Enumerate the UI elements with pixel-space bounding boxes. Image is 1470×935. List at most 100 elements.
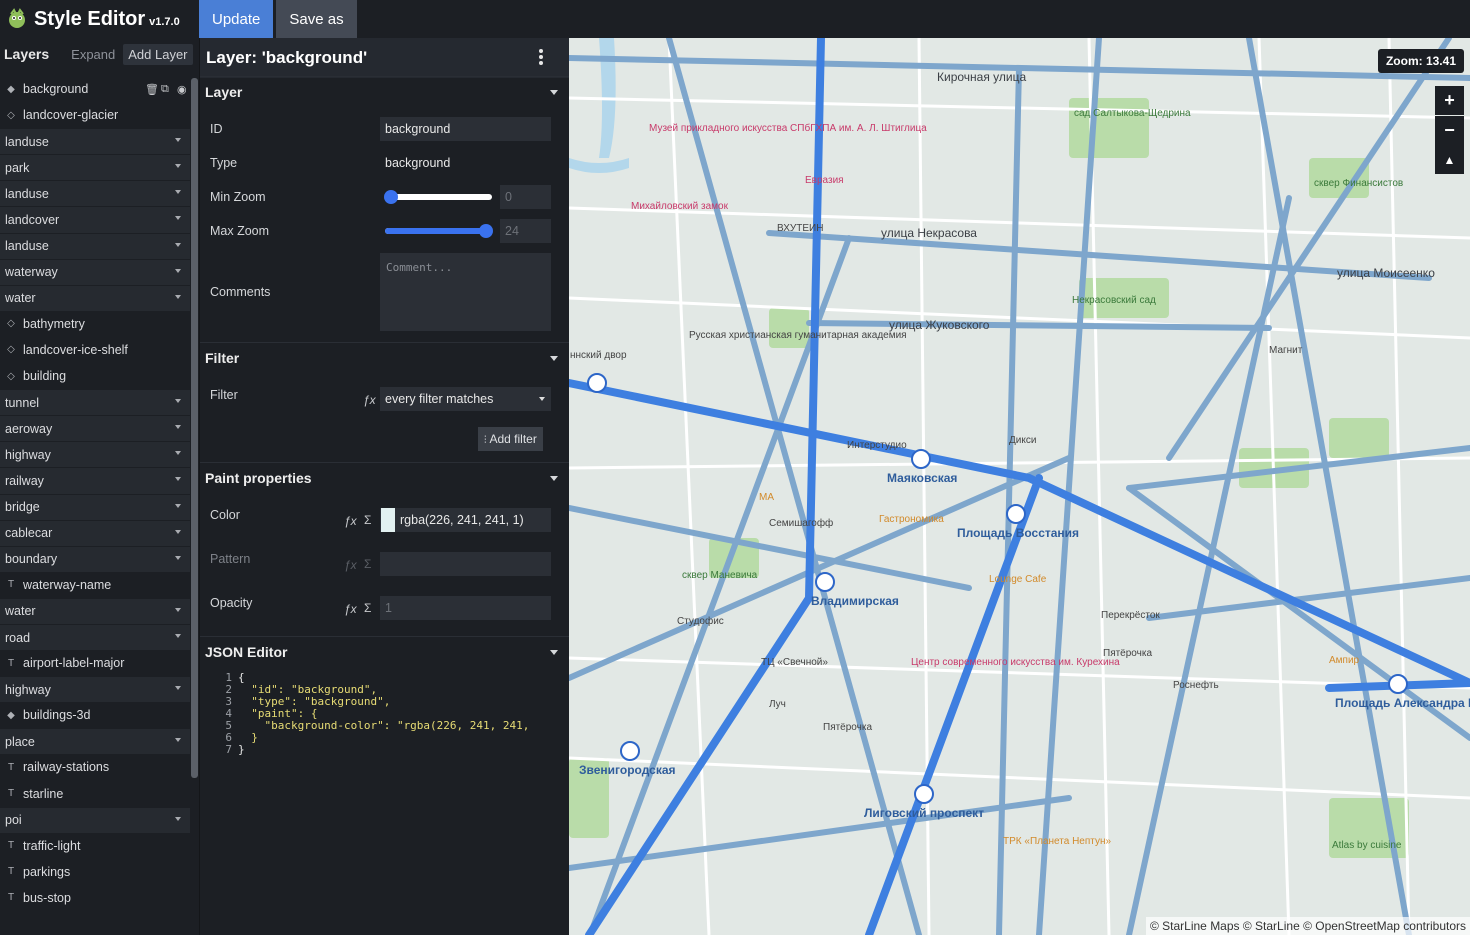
layer-group-item[interactable]: cablecar <box>0 519 190 546</box>
layer-group-item[interactable]: waterway <box>0 258 190 285</box>
json-editor[interactable]: 1{2 "id": "background", 3 "type": "backgr… <box>200 671 570 761</box>
opacity-input[interactable]: 1 <box>380 596 551 620</box>
chevron-down-icon[interactable] <box>175 425 181 430</box>
layer-item[interactable]: ◇ building <box>0 363 190 390</box>
layer-label: building <box>23 369 67 384</box>
layer-group-item[interactable]: landcover <box>0 206 190 233</box>
json-line[interactable]: 4 "paint": { <box>200 707 570 720</box>
json-line[interactable]: 7} <box>200 743 570 756</box>
logo-icon <box>9 8 25 28</box>
layer-item[interactable]: Tstarline <box>0 780 190 807</box>
color-swatch[interactable] <box>381 508 395 532</box>
chevron-down-icon[interactable] <box>175 190 181 195</box>
layer-item[interactable]: Tairport-label-major <box>0 650 190 677</box>
filter-select[interactable]: every filter matches <box>380 387 551 411</box>
layer-group-item[interactable]: place <box>0 728 190 755</box>
chevron-down-icon[interactable] <box>175 216 181 221</box>
layer-group-item[interactable]: park <box>0 154 190 181</box>
layer-group-item[interactable]: poi <box>0 806 190 833</box>
layer-group-item[interactable]: water <box>0 284 190 311</box>
chevron-down-icon[interactable] <box>175 503 181 508</box>
map-canvas[interactable]: Маяковская Площадь Восстания Владимирска… <box>569 38 1470 935</box>
chevron-down-icon[interactable] <box>175 607 181 612</box>
layer-group-item[interactable]: highway <box>0 441 190 468</box>
layer-item[interactable]: Ttraffic-light <box>0 832 190 859</box>
layer-item[interactable]: ◇ bathymetry <box>0 310 190 337</box>
layer-item[interactable]: ◆ background 🗑 ⧉ ◉ <box>0 76 190 103</box>
trash-icon[interactable]: 🗑 <box>145 83 159 96</box>
comments-textarea[interactable]: Comment... <box>380 253 551 331</box>
json-line[interactable]: 2 "id": "background", <box>200 683 570 696</box>
duplicate-icon[interactable]: ⧉ <box>161 83 172 95</box>
save-as-button[interactable]: Save as <box>276 0 357 38</box>
chevron-down-icon[interactable] <box>175 164 181 169</box>
chevron-down-icon[interactable] <box>175 451 181 456</box>
chevron-down-icon[interactable] <box>175 268 181 273</box>
chevron-down-icon[interactable] <box>175 242 181 247</box>
expression-icon[interactable]: Σ <box>364 513 371 527</box>
chevron-down-icon[interactable] <box>175 294 181 299</box>
layer-item[interactable]: ◇ landcover-glacier <box>0 102 190 129</box>
chevron-down-icon[interactable] <box>175 686 181 691</box>
json-line[interactable]: 1{ <box>200 671 570 684</box>
layer-item[interactable]: Tparkings <box>0 858 190 885</box>
layer-group-item[interactable]: highway <box>0 676 190 703</box>
zoom-out-button[interactable]: − <box>1435 116 1464 145</box>
layers-scrollbar[interactable] <box>191 78 198 778</box>
layer-group-item[interactable]: landuse <box>0 232 190 259</box>
compass-icon[interactable]: ▲ <box>1435 145 1464 174</box>
color-input[interactable]: rgba(226, 241, 241, 1) <box>380 508 551 532</box>
layer-item[interactable]: ◆ buildings-3d <box>0 702 190 729</box>
function-icon[interactable]: ƒx <box>344 514 357 528</box>
layer-item[interactable]: ◇ landcover-ice-shelf <box>0 336 190 364</box>
pattern-input[interactable] <box>380 552 551 576</box>
expression-icon[interactable]: Σ <box>364 601 371 615</box>
eye-icon[interactable]: ◉ <box>177 83 188 96</box>
map-view[interactable]: Маяковская Площадь Восстания Владимирска… <box>569 38 1470 935</box>
layer-group-item[interactable]: landuse <box>0 180 190 207</box>
add-filter-button[interactable]: ⫶ Add filter <box>478 427 543 451</box>
chevron-down-icon[interactable] <box>175 529 181 534</box>
min-zoom-input[interactable]: 0 <box>500 185 551 209</box>
layer-section-header[interactable]: Layer <box>200 76 570 106</box>
zoom-in-button[interactable]: + <box>1435 86 1464 115</box>
chevron-down-icon[interactable] <box>175 816 181 821</box>
layer-group-item[interactable]: boundary <box>0 545 190 572</box>
more-options-icon[interactable] <box>539 49 543 67</box>
layer-label: landuse <box>5 134 49 149</box>
layer-item[interactable]: Twaterway-name <box>0 571 190 598</box>
layer-group-item[interactable]: railway <box>0 467 190 494</box>
layer-item[interactable]: Tbus-stop <box>0 884 190 911</box>
max-zoom-input[interactable]: 24 <box>500 219 551 243</box>
filter-section-header[interactable]: Filter <box>200 342 570 372</box>
layer-group-item[interactable]: water <box>0 597 190 624</box>
update-button[interactable]: Update <box>199 0 274 38</box>
expand-button[interactable]: Expand <box>71 47 115 62</box>
layer-group-item[interactable]: tunnel <box>0 389 190 416</box>
json-line[interactable]: 5 "background-color": "rgba(226, 241, 24… <box>200 719 570 732</box>
chevron-down-icon[interactable] <box>175 399 181 404</box>
add-layer-button[interactable]: Add Layer <box>123 43 193 65</box>
function-icon[interactable]: ƒx <box>363 393 376 407</box>
chevron-down-icon[interactable] <box>175 555 181 560</box>
max-zoom-slider-handle[interactable] <box>479 224 493 238</box>
layer-group-item[interactable]: bridge <box>0 493 190 520</box>
json-section-header[interactable]: JSON Editor <box>200 636 570 666</box>
min-zoom-slider[interactable] <box>385 194 492 200</box>
layer-group-item[interactable]: aeroway <box>0 415 190 442</box>
map-attribution[interactable]: © StarLine Maps © StarLine © OpenStreetM… <box>1145 917 1470 935</box>
json-line[interactable]: 6 } <box>200 731 570 744</box>
layer-group-item[interactable]: landuse <box>0 128 190 155</box>
line-number: 4 <box>225 707 232 720</box>
chevron-down-icon[interactable] <box>175 138 181 143</box>
min-zoom-slider-handle[interactable] <box>384 190 398 204</box>
chevron-down-icon[interactable] <box>175 633 181 638</box>
json-line[interactable]: 3 "type": "background", <box>200 695 570 708</box>
chevron-down-icon[interactable] <box>175 738 181 743</box>
layer-group-item[interactable]: road <box>0 623 190 651</box>
function-icon[interactable]: ƒx <box>344 602 357 616</box>
chevron-down-icon[interactable] <box>175 477 181 482</box>
layer-item[interactable]: Trailway-stations <box>0 754 190 781</box>
id-field[interactable]: background <box>380 117 551 141</box>
paint-section-header[interactable]: Paint properties <box>200 462 570 492</box>
